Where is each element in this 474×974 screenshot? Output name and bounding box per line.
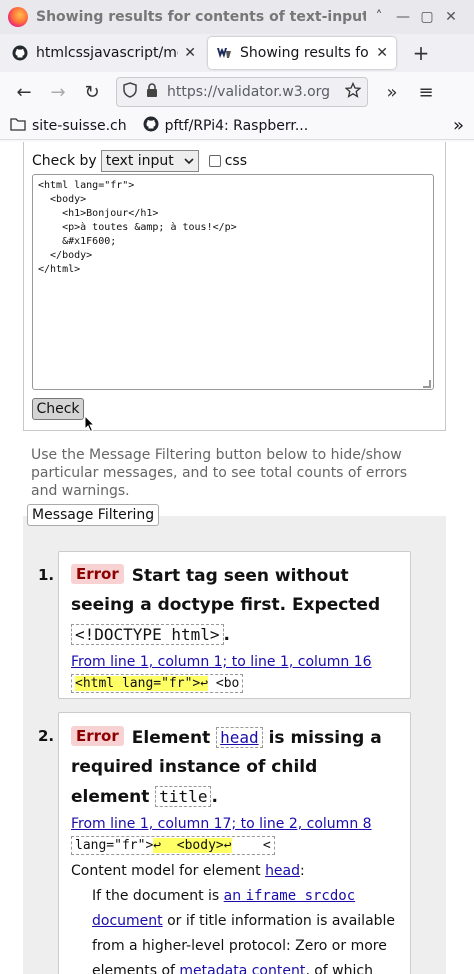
css-checkbox[interactable] [208,155,221,167]
shield-icon[interactable] [123,82,137,102]
css-label: css [224,153,247,169]
error-message-1: Error Start tag seen without seeing a doc… [58,551,411,699]
bookmark-star-icon[interactable] [344,81,362,102]
new-tab-button[interactable]: + [406,41,436,65]
firefox-logo-icon [8,7,28,27]
error-badge: Error [71,726,124,746]
code-doctype: <!DOCTYPE html> [71,624,224,645]
github-icon [143,116,159,136]
forward-button[interactable]: → [42,76,74,108]
navigation-bar: ← → ↻ https://validator.w3.org » ≡ [0,72,474,112]
toolbar-overflow-button[interactable]: » [376,76,408,108]
bookmarks-toolbar: site-suisse.ch pftf/RPi4: Raspberr... » [0,112,474,140]
extract-after: < [231,838,271,853]
resize-handle-icon[interactable] [423,380,431,388]
close-window-button[interactable]: ✕ [440,9,462,25]
tab-github[interactable]: htmlcssjavascript/md/ ✕ [4,37,204,69]
extract-before: lang="fr"> [75,838,154,853]
content-model-detail: If the document is an iframe srcdoc docu… [71,884,398,974]
chevron-down-icon [184,153,194,169]
location-link[interactable]: From line 1, column 17; to line 2, colum… [71,816,398,832]
window-title: Showing results for contents of text-inp… [36,9,366,25]
tab-validator[interactable]: Showing results for co ✕ [208,37,396,69]
back-button[interactable]: ← [8,76,40,108]
bookmark-label: pftf/RPi4: Raspberr... [164,117,309,134]
content-model-description: Content model for element head: If the d… [71,859,398,974]
url-text[interactable]: https://validator.w3.org [167,84,337,100]
app-menu-button[interactable]: ≡ [410,76,442,108]
minimize-button[interactable]: — [392,9,414,25]
metadata-content-link[interactable]: metadata content [179,963,305,974]
source-extract: lang="fr">↩ <body>↩ < [71,836,275,855]
message-text-a: Element [131,728,211,748]
select-value: text input [105,153,174,169]
tab-label: Showing results for co [240,45,370,61]
message-filtering-button[interactable]: Message Filtering [27,504,160,526]
extract-highlight: ↩ <body>↩ [153,838,232,853]
check-by-label: Check by [32,153,97,169]
check-form: Check by text input css <html lang="fr">… [23,142,446,433]
code-link-head[interactable]: head [216,727,263,748]
maximize-button[interactable]: ▢ [416,9,438,25]
message-text: Error Start tag seen without seeing a doc… [71,562,398,650]
desc-c: elements of [92,963,175,974]
folder-icon [10,117,26,135]
tab-bar: htmlcssjavascript/md/ ✕ Showing results … [0,34,474,72]
message-number: 2. [38,727,55,745]
reload-button[interactable]: ↻ [76,76,108,108]
message-text-b: . [223,625,230,645]
bookmark-site-suisse[interactable]: site-suisse.ch [10,117,127,135]
link-part-b[interactable]: document [92,913,163,929]
browser-window: Showing results for contents of text-inp… [0,0,474,974]
title-bar: Showing results for contents of text-inp… [0,0,474,34]
location-link[interactable]: From line 1, column 1; to line 1, column… [71,654,398,670]
content-model-head-link[interactable]: head [265,863,300,879]
source-textarea[interactable]: <html lang="fr"> <body> <h1>Bonjour</h1>… [32,174,434,390]
desc-a: If the document is [92,888,220,904]
extract-after: <bo [208,676,240,691]
message-text: Error Element head is missing a required … [71,723,398,812]
source-extract: <html lang="fr">↩ <bo [71,674,244,693]
extract-highlight: <html lang="fr">↩ [75,676,209,691]
mouse-pointer-icon [84,414,96,437]
page-content: Check by text input css <html lang="fr">… [0,142,474,974]
bookmark-label: site-suisse.ch [32,117,127,134]
link-part-code[interactable]: iframe srcdoc [246,888,356,904]
error-badge: Error [71,564,124,584]
check-button[interactable]: Check [32,398,84,420]
github-icon [12,45,28,61]
lock-icon[interactable] [145,82,159,102]
message-number: 1. [38,566,55,584]
bookmark-rpi4[interactable]: pftf/RPi4: Raspberr... [143,116,309,136]
head-link[interactable]: head [220,728,259,747]
scroll-up-icon[interactable]: ˄ [368,9,390,25]
content-model-label: Content model for element [71,863,261,879]
filter-note: Use the Message Filtering button below t… [31,447,408,499]
content-model-colon: : [300,863,305,879]
tab-label: htmlcssjavascript/md/ [36,45,179,61]
link-part-a[interactable]: an [224,888,241,904]
desc-d: , of which [305,963,373,974]
w3c-icon [216,45,232,61]
message-text-c: . [211,787,218,807]
bookmarks-overflow-button[interactable]: » [453,115,464,136]
input-type-select[interactable]: text input [100,150,199,172]
close-tab-icon[interactable]: ✕ [376,45,388,61]
check-by-row: Check by text input css [32,150,247,172]
url-bar[interactable]: https://validator.w3.org [116,77,368,107]
close-tab-icon[interactable]: ✕ [184,45,196,61]
error-message-2: Error Element head is missing a required … [58,712,411,974]
code-title: title [155,786,212,807]
